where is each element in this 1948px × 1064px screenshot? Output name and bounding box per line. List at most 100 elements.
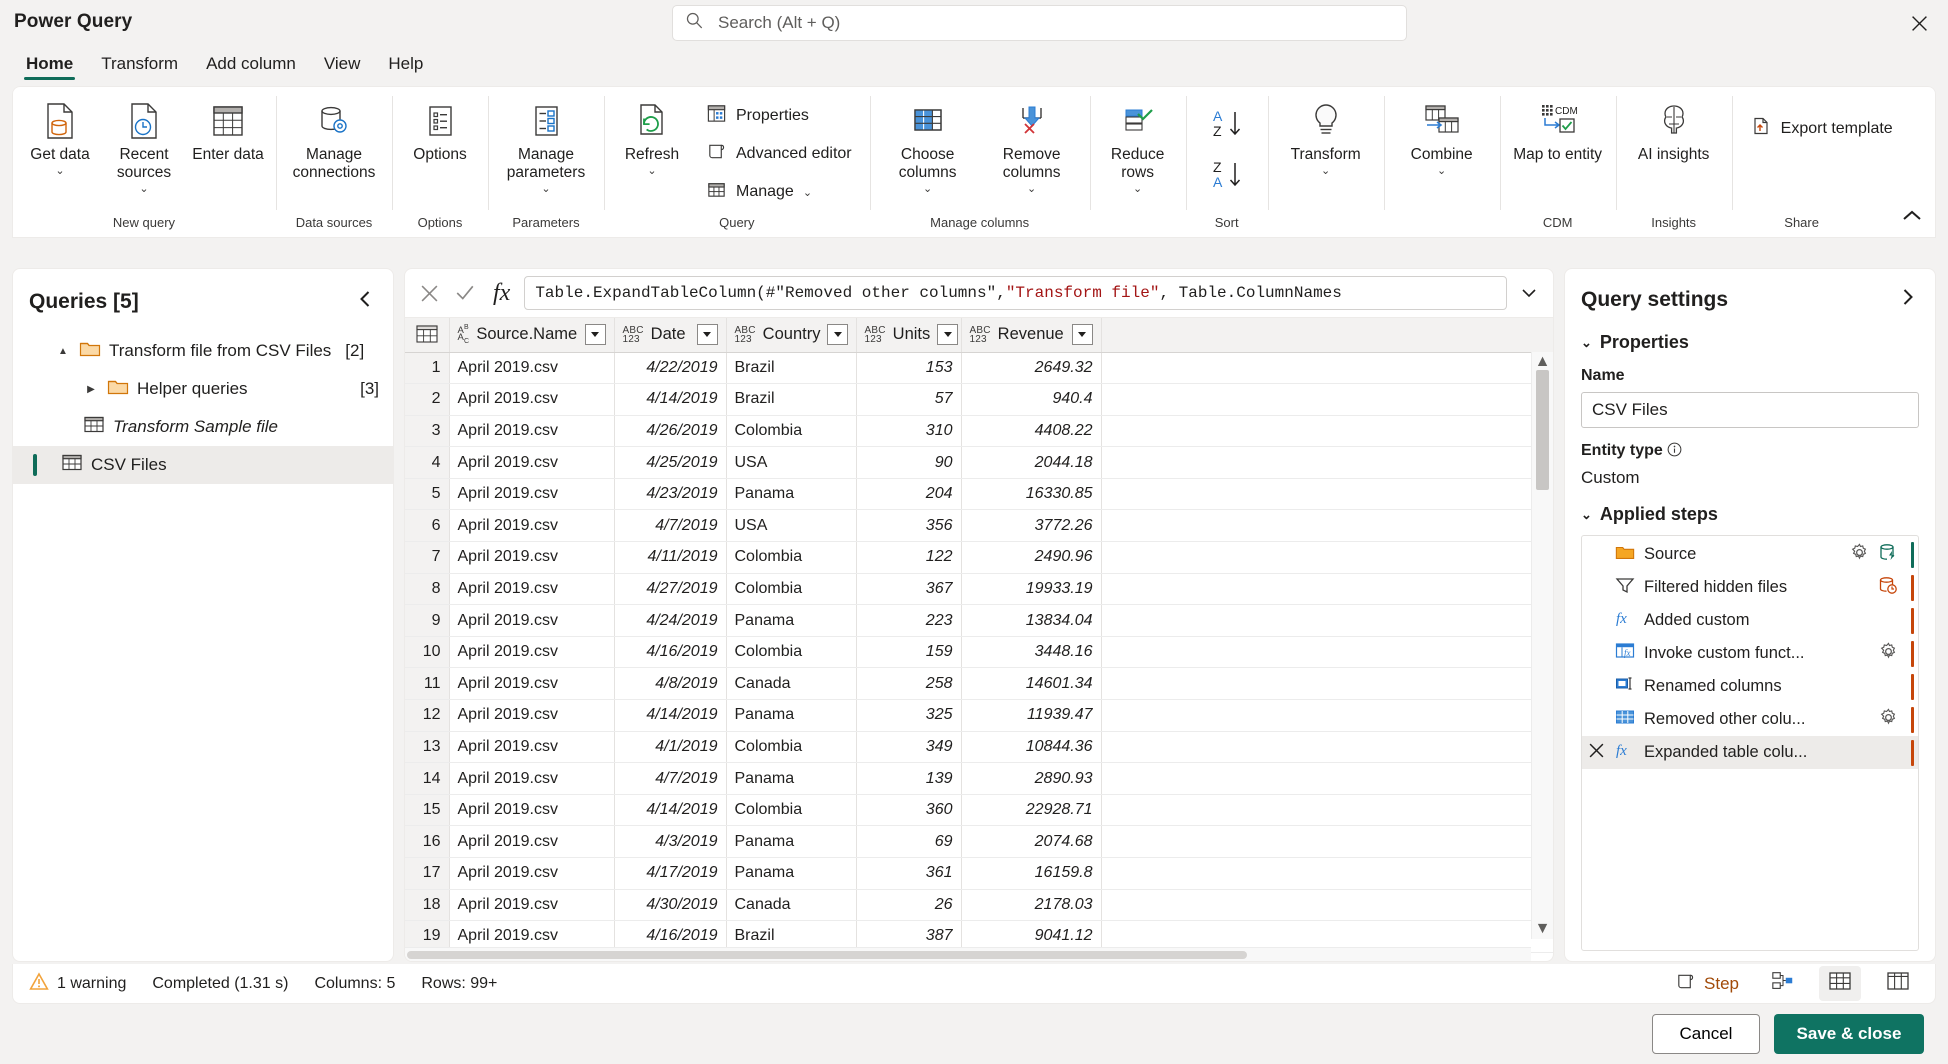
transform-button[interactable]: Transform ⌄ — [1274, 92, 1378, 179]
cell-country[interactable]: Brazil — [726, 352, 857, 385]
cell-source-name[interactable]: April 2019.csv — [449, 573, 615, 606]
cell-revenue[interactable]: 16330.85 — [961, 478, 1102, 511]
cell-date[interactable]: 4/14/2019 — [614, 699, 727, 732]
tab-home[interactable]: Home — [14, 50, 85, 82]
export-template-button[interactable]: Export template — [1742, 110, 1901, 147]
cell-source-name[interactable]: April 2019.csv — [449, 762, 615, 795]
cell-country[interactable]: Panama — [726, 857, 857, 890]
cell-date[interactable]: 4/16/2019 — [614, 636, 727, 669]
table-row[interactable]: 10 April 2019.csv 4/16/2019 Colombia 159 3448… — [405, 636, 1553, 669]
row-number-cell[interactable]: 5 — [405, 478, 450, 511]
close-window-button[interactable] — [1902, 6, 1936, 40]
cell-revenue[interactable]: 2044.18 — [961, 446, 1102, 479]
recent-sources-button[interactable]: Recent sources ⌄ — [102, 92, 186, 197]
cell-revenue[interactable]: 3772.26 — [961, 509, 1102, 543]
cell-country[interactable]: Panama — [726, 699, 857, 732]
cell-revenue[interactable]: 2649.32 — [961, 352, 1102, 385]
horizontal-scrollbar[interactable] — [405, 947, 1531, 961]
cell-units[interactable]: 204 — [856, 478, 962, 511]
query-item-csv-files[interactable]: CSV Files — [13, 446, 393, 484]
row-number-cell[interactable]: 15 — [405, 794, 450, 827]
options-button[interactable]: Options — [398, 92, 482, 166]
cell-units[interactable]: 361 — [856, 857, 962, 890]
cell-units[interactable]: 122 — [856, 541, 962, 574]
cell-source-name[interactable]: April 2019.csv — [449, 509, 615, 543]
cell-source-name[interactable]: April 2019.csv — [449, 478, 615, 511]
cell-revenue[interactable]: 3448.16 — [961, 636, 1102, 669]
cell-units[interactable]: 223 — [856, 604, 962, 637]
cell-date[interactable]: 4/30/2019 — [614, 889, 727, 922]
enter-data-button[interactable]: Enter data — [186, 92, 270, 166]
cell-revenue[interactable]: 940.4 — [961, 383, 1102, 416]
data-view-button[interactable] — [1819, 966, 1861, 1001]
diagram-view-button[interactable] — [1763, 966, 1803, 1001]
cell-country[interactable]: Colombia — [726, 731, 857, 764]
combine-button[interactable]: Combine ⌄ — [1390, 92, 1494, 179]
table-row[interactable]: 4 April 2019.csv 4/25/2019 USA 90 2044.18 — [405, 446, 1553, 479]
tab-transform[interactable]: Transform — [89, 50, 190, 82]
scroll-down-arrow-icon[interactable]: ▼ — [1532, 919, 1553, 939]
horizontal-scroll-thumb[interactable] — [407, 951, 1247, 959]
cell-country[interactable]: Colombia — [726, 636, 857, 669]
cell-date[interactable]: 4/22/2019 — [614, 352, 727, 385]
cell-revenue[interactable]: 4408.22 — [961, 415, 1102, 448]
cell-revenue[interactable]: 11939.47 — [961, 699, 1102, 732]
row-number-cell[interactable]: 4 — [405, 446, 450, 479]
cell-units[interactable]: 258 — [856, 667, 962, 701]
table-row[interactable]: 14 April 2019.csv 4/7/2019 Panama 139 2890.93 — [405, 762, 1553, 795]
tab-view[interactable]: View — [312, 50, 373, 82]
query-name-input[interactable] — [1581, 392, 1919, 428]
database-lightning-icon[interactable] — [1878, 543, 1898, 567]
properties-button[interactable]: Properties — [698, 98, 860, 134]
cell-country[interactable]: Brazil — [726, 383, 857, 416]
cell-date[interactable]: 4/3/2019 — [614, 825, 727, 858]
row-number-cell[interactable]: 18 — [405, 889, 450, 922]
remove-columns-button[interactable]: Remove columns ⌄ — [980, 92, 1084, 197]
cell-revenue[interactable]: 2890.93 — [961, 762, 1102, 795]
cell-revenue[interactable]: 10844.36 — [961, 731, 1102, 764]
query-folder-helper-queries[interactable]: ▶ Helper queries [3] — [13, 370, 393, 408]
twisty-expanded-icon[interactable]: ▲ — [55, 346, 71, 357]
cell-units[interactable]: 159 — [856, 636, 962, 669]
checkmark-icon[interactable] — [451, 279, 479, 307]
cell-date[interactable]: 4/17/2019 — [614, 857, 727, 890]
twisty-collapsed-icon[interactable]: ▶ — [83, 384, 99, 395]
cell-units[interactable]: 69 — [856, 825, 962, 858]
cell-units[interactable]: 90 — [856, 446, 962, 479]
cell-source-name[interactable]: April 2019.csv — [449, 699, 615, 732]
warning-status[interactable]: 1 warning — [29, 971, 126, 996]
table-row[interactable]: 7 April 2019.csv 4/11/2019 Colombia 122 2490.… — [405, 541, 1553, 574]
tab-help[interactable]: Help — [376, 50, 435, 82]
manage-button[interactable]: Manage ⌄ — [698, 174, 860, 210]
cell-units[interactable]: 139 — [856, 762, 962, 795]
cell-date[interactable]: 4/14/2019 — [614, 794, 727, 827]
row-number-cell[interactable]: 1 — [405, 352, 450, 385]
table-row[interactable]: 13 April 2019.csv 4/1/2019 Colombia 349 10844… — [405, 731, 1553, 764]
applied-step[interactable]: Filtered hidden files — [1582, 571, 1918, 604]
table-row[interactable]: 16 April 2019.csv 4/3/2019 Panama 69 2074.68 — [405, 825, 1553, 858]
row-number-cell[interactable]: 9 — [405, 604, 450, 637]
advanced-editor-button[interactable]: Advanced editor — [698, 136, 860, 172]
cell-revenue[interactable]: 22928.71 — [961, 794, 1102, 827]
query-item-transform-sample-file[interactable]: Transform Sample file — [13, 408, 393, 446]
cell-date[interactable]: 4/25/2019 — [614, 446, 727, 479]
collapse-queries-pane-button[interactable] — [354, 285, 377, 318]
delete-step-icon[interactable] — [1588, 742, 1606, 764]
info-icon[interactable] — [1667, 442, 1682, 459]
applied-steps-section-header[interactable]: ⌄ Applied steps — [1581, 504, 1919, 525]
fx-icon[interactable]: fx — [487, 280, 516, 307]
search-box[interactable] — [672, 5, 1407, 41]
cell-units[interactable]: 310 — [856, 415, 962, 448]
cell-source-name[interactable]: April 2019.csv — [449, 857, 615, 890]
cell-date[interactable]: 4/11/2019 — [614, 541, 727, 574]
cell-units[interactable]: 349 — [856, 731, 962, 764]
table-row[interactable]: 11 April 2019.csv 4/8/2019 Canada 258 14601.3… — [405, 667, 1553, 701]
cell-date[interactable]: 4/23/2019 — [614, 478, 727, 511]
cell-units[interactable]: 367 — [856, 573, 962, 606]
cell-revenue[interactable]: 2074.68 — [961, 825, 1102, 858]
cell-source-name[interactable]: April 2019.csv — [449, 794, 615, 827]
map-to-entity-button[interactable]: CDM Map to entity — [1506, 92, 1610, 166]
row-number-cell[interactable]: 17 — [405, 857, 450, 890]
column-header-revenue[interactable]: ABC 123 Revenue — [961, 318, 1102, 353]
applied-step[interactable]: fx Invoke custom funct... — [1582, 637, 1918, 670]
